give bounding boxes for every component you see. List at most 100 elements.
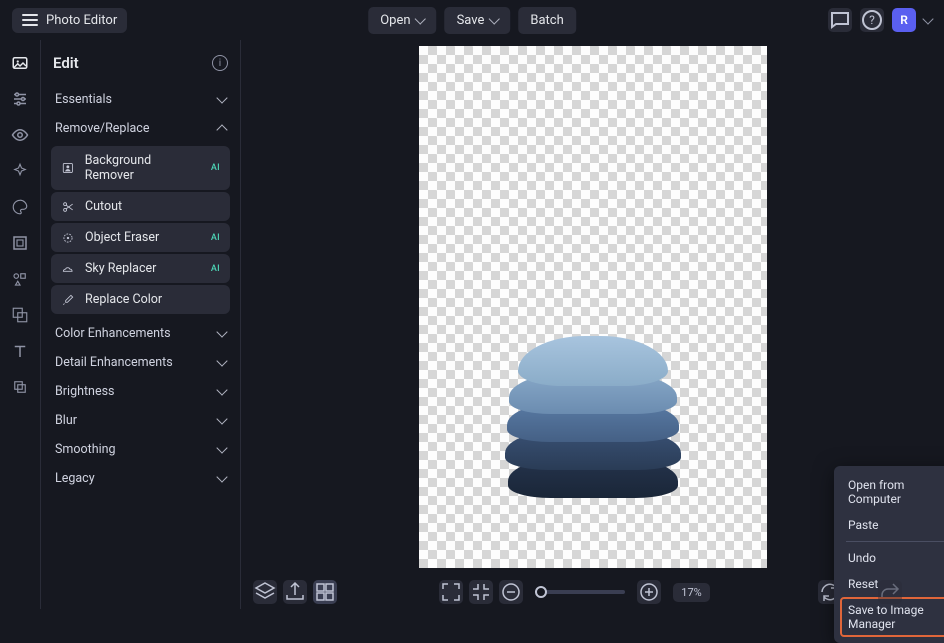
- panel-essentials-label: Essentials: [55, 92, 112, 107]
- iconbar-text[interactable]: [11, 342, 29, 360]
- tool-sky-replacer[interactable]: Sky Replacer AI: [51, 254, 230, 283]
- sidebar-header: Edit i: [51, 54, 230, 72]
- ctx-separator: [846, 541, 944, 542]
- panel-blur-label: Blur: [55, 413, 77, 428]
- topbar: Photo Editor Open Save Batch ? R: [0, 0, 944, 40]
- canvas-area: Open from Computer Paste Undo Reset Save…: [241, 40, 944, 609]
- tool-cutout[interactable]: Cutout: [51, 192, 230, 221]
- panel-legacy[interactable]: Legacy: [51, 465, 230, 492]
- fit-button[interactable]: [469, 580, 493, 604]
- chevron-down-icon: [489, 13, 500, 24]
- topbar-right: ? R: [828, 8, 932, 32]
- open-button[interactable]: Open: [368, 7, 436, 34]
- panel-color-enhancements[interactable]: Color Enhancements: [51, 320, 230, 347]
- scissors-icon: [61, 200, 75, 214]
- chevron-down-icon: [216, 413, 227, 424]
- zoom-percent: 17%: [673, 583, 709, 602]
- sky-icon: [61, 262, 75, 276]
- panel-smoothing-label: Smoothing: [55, 442, 116, 457]
- redo-icon: [878, 580, 902, 604]
- tool-list: Background Remover AI Cutout Object Eras…: [51, 146, 230, 314]
- sliders-icon: [11, 90, 29, 108]
- avatar-letter: R: [900, 13, 908, 27]
- panel-remove-replace[interactable]: Remove/Replace: [51, 115, 230, 142]
- iconbar-ai[interactable]: [11, 162, 29, 180]
- grid-button[interactable]: [313, 580, 337, 604]
- tool-object-eraser-label: Object Eraser: [85, 230, 159, 245]
- palette-icon: [11, 198, 29, 216]
- image-icon: [11, 54, 29, 72]
- sidebar-title: Edit: [53, 54, 79, 72]
- zoom-slider[interactable]: [535, 590, 625, 594]
- dropper-icon: [61, 293, 75, 307]
- tool-object-eraser[interactable]: Object Eraser AI: [51, 223, 230, 252]
- export-button[interactable]: [283, 580, 307, 604]
- help-icon: ?: [860, 8, 884, 32]
- ai-badge: AI: [211, 163, 220, 173]
- iconbar-elements[interactable]: [11, 270, 29, 288]
- tool-sky-replacer-label: Sky Replacer: [85, 261, 156, 276]
- copy-icon: [11, 378, 29, 396]
- tool-replace-color[interactable]: Replace Color: [51, 285, 230, 314]
- avatar[interactable]: R: [892, 8, 916, 32]
- batch-button[interactable]: Batch: [518, 7, 575, 34]
- ctx-open-from-computer[interactable]: Open from Computer: [840, 472, 944, 512]
- sidebar: Edit i Essentials Remove/Replace Backgro…: [41, 40, 241, 609]
- zoom-out-button[interactable]: [499, 580, 523, 604]
- iconbar-image[interactable]: [11, 54, 29, 72]
- bb-left-group: [253, 580, 337, 604]
- iconbar: [0, 40, 41, 609]
- layers-icon: [253, 580, 277, 604]
- fullscreen-button[interactable]: [439, 580, 463, 604]
- zoom-in-button[interactable]: [637, 580, 661, 604]
- redo-button[interactable]: [878, 580, 902, 604]
- iconbar-frame[interactable]: [11, 234, 29, 252]
- plus-circle-icon: [637, 580, 661, 604]
- layers-button[interactable]: [253, 580, 277, 604]
- account-chevron-icon[interactable]: [922, 13, 933, 24]
- ctx-undo[interactable]: Undo: [840, 545, 944, 571]
- app-menu[interactable]: Photo Editor: [12, 8, 127, 33]
- panel-smoothing[interactable]: Smoothing: [51, 436, 230, 463]
- tool-background-remover[interactable]: Background Remover AI: [51, 146, 230, 190]
- tool-bg-remover-label: Background Remover: [85, 153, 201, 183]
- chevron-up-icon: [216, 124, 227, 135]
- iconbar-export[interactable]: [11, 378, 29, 396]
- topbar-center: Open Save Batch: [368, 7, 576, 34]
- image-subject-jeans: [503, 338, 683, 498]
- person-icon: [61, 161, 75, 175]
- main: Edit i Essentials Remove/Replace Backgro…: [0, 40, 944, 609]
- ai-badge: AI: [211, 233, 220, 243]
- ctx-reset-label: Reset: [848, 577, 878, 591]
- zoom-slider-knob[interactable]: [535, 586, 547, 598]
- iconbar-paint[interactable]: [11, 198, 29, 216]
- canvas[interactable]: [419, 46, 767, 568]
- minus-circle-icon: [499, 580, 523, 604]
- panel-detail-enhancements[interactable]: Detail Enhancements: [51, 349, 230, 376]
- ctx-paste[interactable]: Paste: [840, 512, 944, 538]
- panel-blur[interactable]: Blur: [51, 407, 230, 434]
- panel-essentials[interactable]: Essentials: [51, 86, 230, 113]
- text-icon: [11, 342, 29, 360]
- panel-color-enh-label: Color Enhancements: [55, 326, 171, 341]
- iconbar-retouch[interactable]: [11, 126, 29, 144]
- canvas-wrap: Open from Computer Paste Undo Reset Save…: [241, 40, 944, 575]
- frame-icon: [11, 234, 29, 252]
- panel-remove-replace-label: Remove/Replace: [55, 121, 149, 136]
- iconbar-adjust[interactable]: [11, 90, 29, 108]
- comment-button[interactable]: [828, 8, 852, 32]
- chevron-down-icon: [415, 13, 426, 24]
- sparkle-icon: [11, 162, 29, 180]
- app-title: Photo Editor: [46, 13, 117, 28]
- chevron-down-icon: [216, 355, 227, 366]
- iconbar-overlay[interactable]: [11, 306, 29, 324]
- ctx-paste-label: Paste: [848, 518, 879, 532]
- overlay-icon: [11, 306, 29, 324]
- context-menu: Open from Computer Paste Undo Reset Save…: [834, 466, 944, 643]
- help-button[interactable]: ?: [860, 8, 884, 32]
- info-icon[interactable]: i: [212, 55, 228, 71]
- ai-badge: AI: [211, 264, 220, 274]
- save-button[interactable]: Save: [445, 7, 511, 34]
- panel-brightness[interactable]: Brightness: [51, 378, 230, 405]
- ctx-open-label: Open from Computer: [848, 478, 904, 506]
